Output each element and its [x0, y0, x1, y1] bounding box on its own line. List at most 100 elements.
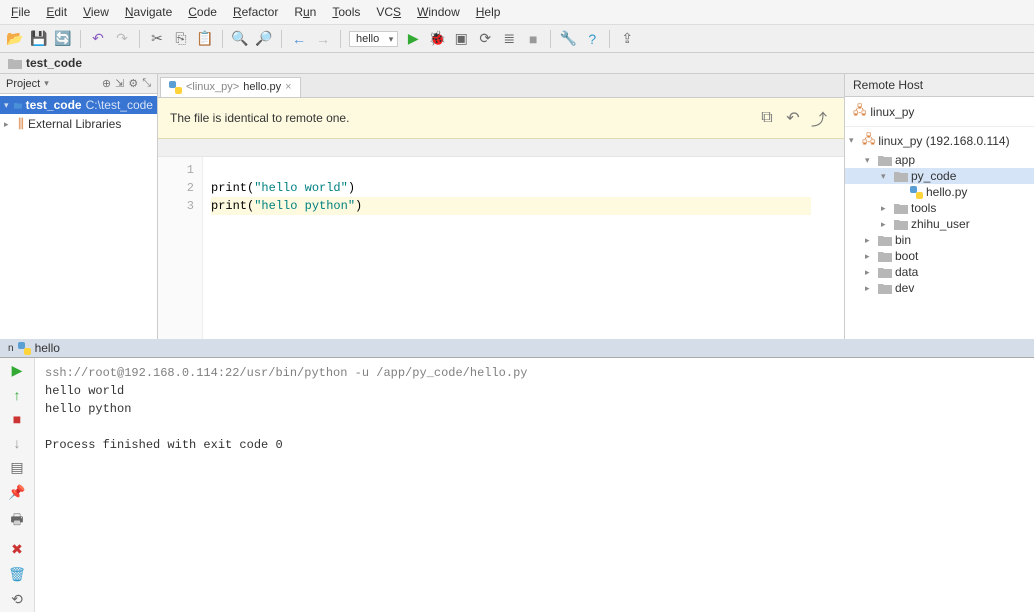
tree-root[interactable]: ▾ test_code C:\test_code: [0, 96, 157, 114]
editor-notice: The file is identical to remote one. ⧉ ↶…: [158, 98, 844, 139]
folder-icon: [894, 171, 908, 182]
menu-navigate[interactable]: Navigate: [119, 2, 178, 22]
server-icon: 🖧: [853, 101, 866, 122]
debug-icon[interactable]: 🐞: [428, 30, 446, 48]
run-icon[interactable]: ▶: [404, 30, 422, 48]
chevron-right-icon[interactable]: ▸: [4, 119, 14, 130]
remote-tree-item[interactable]: ▸zhihu_user: [845, 216, 1034, 232]
close-icon[interactable]: ×: [285, 81, 291, 93]
revert-icon[interactable]: ↶: [780, 108, 806, 128]
menu-edit[interactable]: Edit: [40, 2, 73, 22]
remote-connection[interactable]: 🖧 linux_py: [845, 97, 1034, 127]
undo-icon[interactable]: ↶: [89, 30, 107, 48]
remote-tree-item[interactable]: ▾py_code: [845, 168, 1034, 184]
chevron-right-icon[interactable]: ▸: [865, 235, 875, 246]
remote-tree-item[interactable]: hello.py: [845, 184, 1034, 200]
chevron-right-icon[interactable]: ▸: [865, 283, 875, 294]
settings-icon[interactable]: 🔧: [559, 30, 577, 48]
remote-tree-item[interactable]: ▸boot: [845, 248, 1034, 264]
menu-code[interactable]: Code: [182, 2, 223, 22]
hide-icon[interactable]: ⤡: [142, 77, 151, 90]
remote-connection-label: linux_py: [870, 105, 914, 119]
chevron-right-icon[interactable]: ▸: [865, 267, 875, 278]
breadcrumb-project[interactable]: test_code: [26, 56, 82, 70]
run-config-select[interactable]: hello: [349, 31, 398, 47]
chevron-down-icon[interactable]: ▾: [4, 100, 10, 111]
menu-tools[interactable]: Tools: [326, 2, 366, 22]
find-icon[interactable]: 🔍: [231, 30, 249, 48]
help-icon[interactable]: ?: [583, 30, 601, 48]
chevron-down-icon[interactable]: ▾: [865, 155, 875, 166]
menu-file[interactable]: File: [5, 2, 36, 22]
menu-help[interactable]: Help: [470, 2, 507, 22]
coverage-icon[interactable]: ▣: [452, 30, 470, 48]
diff-icon[interactable]: ⧉: [754, 109, 780, 127]
chevron-down-icon[interactable]: ▾: [881, 171, 891, 182]
collapse-icon[interactable]: ⇲: [115, 77, 124, 90]
code-lines[interactable]: print("hello world") print("hello python…: [203, 157, 819, 339]
project-tree[interactable]: ▾ test_code C:\test_code ▸ ⫼ External Li…: [0, 94, 157, 136]
menu-view[interactable]: View: [77, 2, 115, 22]
code-editor[interactable]: 1 2 3 print("hello world") print("hello …: [158, 157, 844, 339]
copy-icon[interactable]: ⎘: [172, 30, 190, 48]
save-icon[interactable]: 💾: [30, 30, 48, 48]
remote-tree[interactable]: ▾ 🖧 linux_py (192.168.0.114) ▾app▾py_cod…: [845, 127, 1034, 298]
tree-external-libs[interactable]: ▸ ⫼ External Libraries: [0, 114, 157, 134]
chevron-right-icon[interactable]: ▸: [881, 219, 891, 230]
concurrency-icon[interactable]: ≣: [500, 30, 518, 48]
run-tab[interactable]: n hello: [0, 339, 1034, 357]
stop-icon[interactable]: ■: [524, 30, 542, 48]
menu-run[interactable]: Run: [288, 2, 322, 22]
remote-tree-item[interactable]: ▸dev: [845, 280, 1034, 296]
layout-icon[interactable]: ▤: [10, 459, 23, 476]
editor-area: <linux_py> hello.py × The file is identi…: [158, 74, 844, 339]
cut-icon[interactable]: ✂: [148, 30, 166, 48]
remote-tree-item[interactable]: ▸tools: [845, 200, 1034, 216]
profile-icon[interactable]: ⟳: [476, 30, 494, 48]
chevron-right-icon[interactable]: ▸: [881, 203, 891, 214]
folder-icon: [894, 219, 908, 230]
remote-tree-item[interactable]: ▾app: [845, 152, 1034, 168]
redo-icon[interactable]: ↷: [113, 30, 131, 48]
back-icon[interactable]: ←: [290, 30, 308, 48]
remote-host-pane: Remote Host 🖧 linux_py ▾ 🖧 linux_py (192…: [844, 74, 1034, 339]
sync-icon[interactable]: 🔄: [54, 30, 72, 48]
menu-window[interactable]: Window: [411, 2, 466, 22]
print-icon[interactable]: 🖶: [10, 509, 23, 533]
chevron-down-icon[interactable]: ▾: [849, 135, 859, 146]
menu-refactor[interactable]: Refactor: [227, 2, 284, 22]
replace-icon[interactable]: 🔎: [255, 30, 273, 48]
upload-icon[interactable]: ⤴: [806, 106, 832, 130]
pin-icon[interactable]: 📌: [8, 484, 25, 501]
folder-icon: [878, 235, 892, 246]
remote-tree-label: bin: [895, 233, 911, 247]
down-icon[interactable]: ↓: [14, 435, 21, 451]
close-icon[interactable]: ✖: [11, 541, 23, 558]
paste-icon[interactable]: 📋: [196, 30, 214, 48]
chevron-right-icon[interactable]: ▸: [865, 251, 875, 262]
remote-tree-item[interactable]: ▸ data: [845, 264, 1034, 280]
autoscroll-icon[interactable]: ⊕: [102, 77, 111, 90]
gear-icon[interactable]: ⚙: [128, 77, 138, 90]
restore-icon[interactable]: ⟲: [11, 591, 23, 608]
menu-vcs[interactable]: VCS: [370, 2, 407, 22]
trash-icon[interactable]: 🗑: [8, 566, 26, 583]
stop-icon[interactable]: ■: [13, 411, 21, 427]
remote-tree-label: data: [895, 265, 918, 279]
console-line: hello python: [45, 402, 131, 416]
deploy-icon[interactable]: ⇪: [618, 30, 636, 48]
run-tab-label: hello: [35, 341, 60, 355]
project-pane-header: Project ▾ ⊕ ⇲ ⚙ ⤡: [0, 74, 157, 94]
menu-bar: File Edit View Navigate Code Refactor Ru…: [0, 0, 1034, 25]
console-output[interactable]: ssh://root@192.168.0.114:22/usr/bin/pyth…: [35, 358, 1034, 612]
folder-icon: [8, 58, 22, 69]
python-file-icon: [169, 81, 182, 94]
editor-tab-hello[interactable]: <linux_py> hello.py ×: [160, 77, 301, 97]
remote-tree-item[interactable]: ▸ bin: [845, 232, 1034, 248]
remote-root-label: linux_py (192.168.0.114): [878, 134, 1009, 148]
open-icon[interactable]: 📂: [6, 30, 24, 48]
forward-icon[interactable]: →: [314, 30, 332, 48]
remote-root[interactable]: ▾ 🖧 linux_py (192.168.0.114): [845, 129, 1034, 152]
run-up-icon[interactable]: ↑: [14, 387, 21, 403]
rerun-icon[interactable]: ▶: [12, 362, 23, 379]
